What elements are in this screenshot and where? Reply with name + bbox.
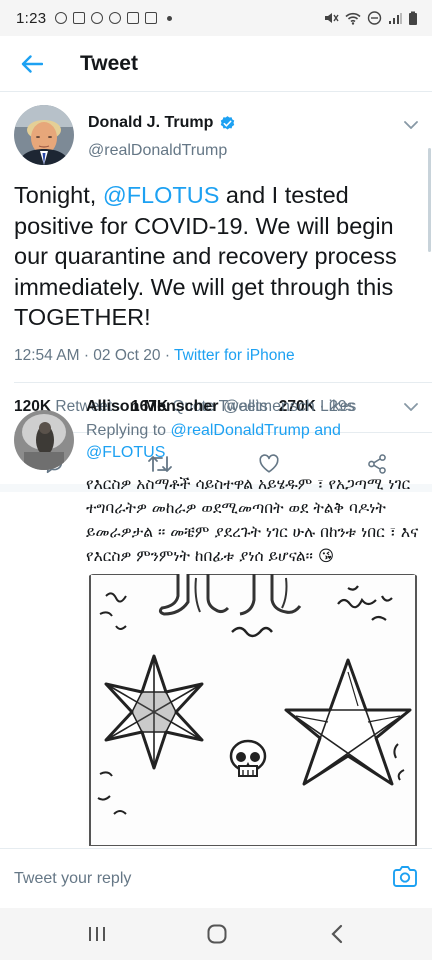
notification-icon	[145, 12, 158, 24]
more-notifications-dot-icon	[167, 15, 173, 21]
tweet-date: 02 Oct 20	[93, 347, 161, 364]
home-button[interactable]	[187, 908, 247, 960]
avatar[interactable]	[14, 105, 74, 165]
reply-media-image[interactable]	[86, 574, 420, 846]
mention-link[interactable]: @FLOTUS	[86, 444, 165, 461]
camera-icon	[393, 866, 417, 887]
profile-photo	[14, 105, 74, 165]
avatar[interactable]	[14, 410, 74, 470]
recent-apps-button[interactable]	[67, 908, 127, 960]
chevron-down-icon	[404, 121, 418, 130]
occult-symbols-image	[86, 574, 420, 846]
profile-photo	[14, 410, 74, 470]
separator: ·	[164, 347, 175, 364]
mention-link[interactable]: @realDonaldTrump	[171, 422, 310, 439]
verified-badge-icon	[221, 115, 235, 130]
reply-options-button[interactable]	[404, 398, 418, 416]
tweet-text: Tonight, @FLOTUS and I tested positive f…	[14, 180, 422, 333]
replying-prefix: Replying to	[86, 422, 171, 439]
add-photo-button[interactable]	[392, 865, 418, 894]
tweet-options-button[interactable]	[404, 116, 418, 134]
author-handle: @realDonaldTrump	[88, 142, 228, 159]
battery-icon	[409, 11, 417, 25]
top-app-bar: Tweet	[0, 36, 432, 92]
tweet-timestamp: 12:54 AM · 02 Oct 20 · Twitter for iPhon…	[14, 347, 295, 365]
reply-handle: @allimensch	[222, 398, 315, 415]
replying-to: Replying to @realDonaldTrump and @FLOTUS	[86, 420, 416, 464]
chevron-down-icon	[404, 403, 418, 412]
back-button[interactable]	[0, 36, 64, 92]
author-name[interactable]: Donald J. Trump	[88, 114, 236, 132]
tweet-time: 12:54 AM	[14, 347, 80, 364]
system-icons	[323, 11, 418, 26]
reply-age: 29s	[328, 398, 355, 415]
vowifi-icon	[367, 11, 382, 25]
replying-and: and	[309, 422, 341, 439]
notification-icon	[73, 12, 86, 24]
author-display-name: Donald J. Trump	[88, 114, 214, 131]
wifi-icon	[345, 12, 361, 25]
notification-icon	[55, 12, 68, 24]
reply-author[interactable]: Allison Menscher @allimensch · 29s	[86, 398, 355, 416]
separator: ·	[314, 398, 329, 415]
reply-composer[interactable]: Tweet your reply	[0, 848, 432, 908]
status-time: 1:23	[16, 9, 47, 27]
notification-icon	[127, 12, 140, 24]
reply-display-name: Allison Menscher	[86, 398, 219, 415]
home-icon	[207, 924, 227, 944]
signal-icon	[389, 12, 402, 24]
tweet-source-link[interactable]: Twitter for iPhone	[174, 347, 295, 364]
notification-icon	[109, 12, 122, 24]
separator: ·	[83, 347, 94, 364]
mute-icon	[325, 13, 339, 23]
status-bar: 1:23	[0, 0, 432, 36]
mention-link[interactable]: @FLOTUS	[103, 182, 220, 208]
page-title: Tweet	[80, 51, 138, 75]
scrollbar[interactable]	[428, 148, 431, 252]
system-navigation-bar	[0, 908, 432, 960]
divider	[14, 382, 432, 383]
chevron-left-icon	[331, 924, 343, 944]
tweet-text-part: Tonight,	[14, 182, 103, 208]
back-nav-button[interactable]	[307, 908, 367, 960]
notification-icon	[91, 12, 104, 24]
reply-text: የእርስዎ አስማቶች ሳይስተዋል አይሄዱም ፣ የአጋጣሚ ነገር ተግባ…	[86, 475, 419, 565]
reply-input[interactable]: Tweet your reply	[14, 870, 131, 888]
reply-tweet[interactable]: Allison Menscher @allimensch · 29s Reply…	[0, 398, 432, 848]
notification-icons	[55, 12, 173, 24]
recent-apps-icon	[89, 927, 105, 941]
arrow-left-icon	[21, 54, 43, 73]
